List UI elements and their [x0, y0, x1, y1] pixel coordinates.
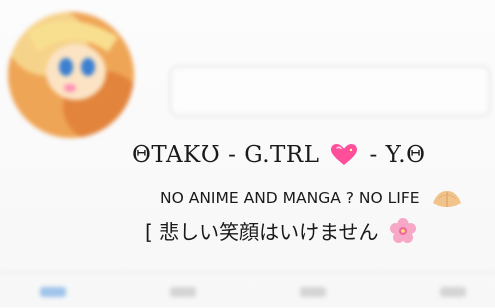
display-name-right: - Y.Θ — [369, 142, 426, 168]
palms-together-icon — [430, 187, 464, 209]
tagged-tab[interactable] — [440, 287, 466, 297]
display-name-left: ΘTAKƱ - G.TRL — [132, 142, 320, 168]
bio-japanese-text: [ 悲しい笑顔はいけません — [145, 220, 379, 244]
profile-display-name: ΘTAKƱ - G.TRL - Y.Θ — [132, 142, 425, 168]
cherry-blossom-icon — [389, 217, 417, 245]
bio-japanese-line: [ 悲しい笑顔はいけません — [145, 216, 417, 245]
edit-profile-button[interactable] — [170, 66, 490, 116]
profile-stats — [175, 0, 495, 60]
profile-screen: ΘTAKƱ - G.TRL - Y.Θ NO ANIME AND MANGA ?… — [0, 0, 495, 307]
grid-tab[interactable] — [40, 287, 66, 297]
reels-tab[interactable] — [170, 287, 196, 297]
bio-tagline-text: NO ANIME AND MANGA ? NO LIFE — [160, 189, 420, 207]
bio-tagline: NO ANIME AND MANGA ? NO LIFE — [160, 187, 464, 209]
followers-stat[interactable] — [280, 4, 380, 32]
profile-tab-bar — [0, 272, 495, 308]
avatar[interactable] — [8, 12, 134, 138]
following-stat[interactable] — [385, 4, 485, 32]
sparkling-heart-icon — [330, 143, 358, 167]
igtv-tab[interactable] — [300, 287, 326, 297]
posts-stat[interactable] — [175, 4, 275, 32]
